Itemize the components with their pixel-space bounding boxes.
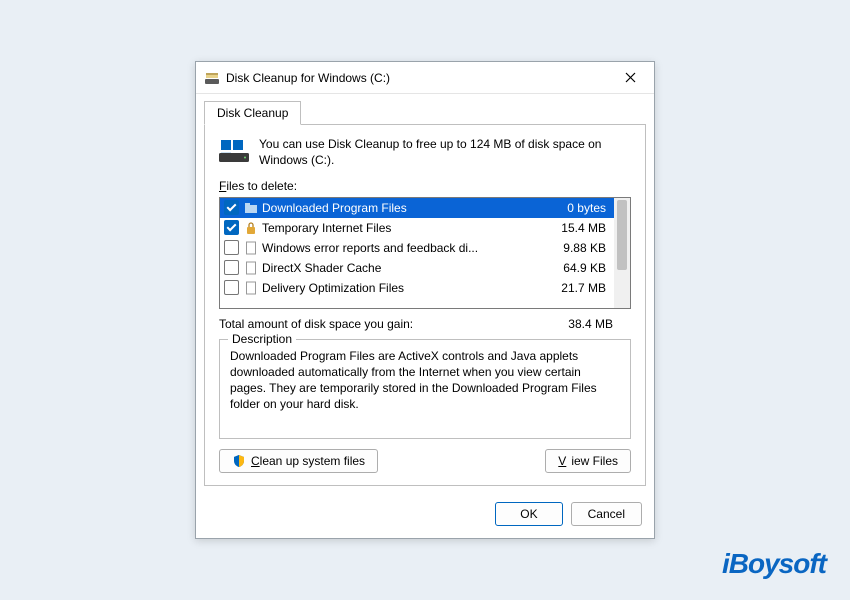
info-text: You can use Disk Cleanup to free up to 1… bbox=[259, 137, 631, 168]
total-row: Total amount of disk space you gain: 38.… bbox=[219, 317, 631, 331]
dialog-buttons: OK Cancel bbox=[196, 494, 654, 538]
file-icon bbox=[244, 241, 258, 255]
disk-cleanup-dialog: Disk Cleanup for Windows (C:) Disk Clean… bbox=[195, 61, 655, 538]
folder-icon bbox=[244, 201, 258, 215]
checkbox[interactable] bbox=[224, 260, 239, 275]
file-list[interactable]: Downloaded Program Files0 bytesTemporary… bbox=[219, 197, 631, 309]
file-name: Delivery Optimization Files bbox=[262, 281, 540, 295]
cancel-button[interactable]: Cancel bbox=[571, 502, 642, 526]
file-icon bbox=[244, 261, 258, 275]
watermark-logo: iBoysoft bbox=[722, 548, 826, 580]
shield-icon bbox=[232, 454, 246, 468]
file-name: Temporary Internet Files bbox=[262, 221, 540, 235]
close-icon bbox=[625, 72, 636, 83]
list-item[interactable]: Temporary Internet Files15.4 MB bbox=[220, 218, 614, 238]
list-item[interactable]: DirectX Shader Cache64.9 KB bbox=[220, 258, 614, 278]
view-files-button[interactable]: View Files bbox=[545, 449, 631, 473]
window-title: Disk Cleanup for Windows (C:) bbox=[226, 71, 610, 85]
file-list-items: Downloaded Program Files0 bytesTemporary… bbox=[220, 198, 614, 308]
description-legend: Description bbox=[228, 332, 296, 346]
drive-icon bbox=[219, 139, 249, 163]
list-item[interactable]: Delivery Optimization Files21.7 MB bbox=[220, 278, 614, 298]
file-size: 21.7 MB bbox=[540, 281, 610, 295]
checkbox[interactable] bbox=[224, 240, 239, 255]
file-size: 15.4 MB bbox=[540, 221, 610, 235]
close-button[interactable] bbox=[610, 64, 650, 92]
cleanup-system-files-label: Clean up system files bbox=[251, 454, 365, 468]
lock-icon bbox=[244, 221, 258, 235]
list-item[interactable]: Windows error reports and feedback di...… bbox=[220, 238, 614, 258]
info-row: You can use Disk Cleanup to free up to 1… bbox=[219, 137, 631, 168]
file-size: 64.9 KB bbox=[540, 261, 610, 275]
checkbox[interactable] bbox=[224, 220, 239, 235]
file-icon bbox=[244, 281, 258, 295]
total-label: Total amount of disk space you gain: bbox=[219, 317, 413, 331]
cleanup-system-files-button[interactable]: Clean up system files bbox=[219, 449, 378, 473]
description-text: Downloaded Program Files are ActiveX con… bbox=[230, 348, 620, 428]
description-fieldset: Description Downloaded Program Files are… bbox=[219, 339, 631, 439]
tab-strip: Disk Cleanup bbox=[196, 94, 654, 124]
file-name: Downloaded Program Files bbox=[262, 201, 540, 215]
action-button-row: Clean up system files View Files bbox=[219, 449, 631, 473]
files-to-delete-label: Files to delete: bbox=[219, 179, 631, 193]
tab-body: You can use Disk Cleanup to free up to 1… bbox=[204, 124, 646, 485]
total-value: 38.4 MB bbox=[568, 317, 613, 331]
list-item[interactable]: Downloaded Program Files0 bytes bbox=[220, 198, 614, 218]
ok-button[interactable]: OK bbox=[495, 502, 562, 526]
file-name: Windows error reports and feedback di... bbox=[262, 241, 540, 255]
scrollbar[interactable] bbox=[614, 198, 630, 308]
tab-disk-cleanup[interactable]: Disk Cleanup bbox=[204, 101, 301, 125]
file-size: 0 bytes bbox=[540, 201, 610, 215]
file-name: DirectX Shader Cache bbox=[262, 261, 540, 275]
file-size: 9.88 KB bbox=[540, 241, 610, 255]
checkbox[interactable] bbox=[224, 200, 239, 215]
scroll-thumb[interactable] bbox=[617, 200, 627, 270]
checkbox[interactable] bbox=[224, 280, 239, 295]
disk-cleanup-icon bbox=[204, 70, 220, 86]
titlebar: Disk Cleanup for Windows (C:) bbox=[196, 62, 654, 94]
